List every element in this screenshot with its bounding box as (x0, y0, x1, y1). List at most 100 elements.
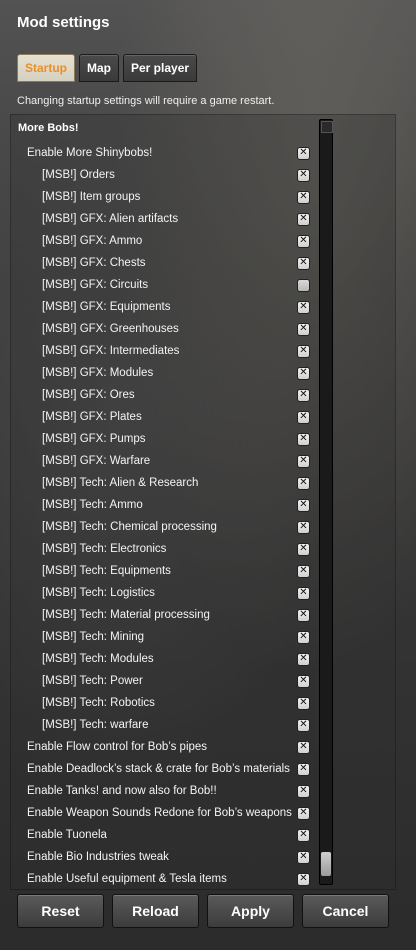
setting-checkbox[interactable] (297, 234, 310, 248)
setting-label: [MSB!] GFX: Ores (42, 389, 135, 401)
tab-per-player[interactable]: Per player (123, 54, 198, 82)
setting-row[interactable]: Enable Useful equipment & Tesla items (11, 868, 317, 890)
setting-row[interactable]: [MSB!] GFX: Alien artifacts (11, 208, 317, 230)
tab-startup[interactable]: Startup (17, 54, 75, 82)
setting-label: [MSB!] Tech: Equipments (42, 565, 171, 577)
setting-row[interactable]: [MSB!] GFX: Intermediates (11, 340, 317, 362)
setting-checkbox[interactable] (297, 344, 310, 358)
setting-checkbox[interactable] (297, 652, 310, 666)
dialog-buttons: Reset Reload Apply Cancel (17, 894, 389, 928)
setting-checkbox[interactable] (297, 608, 310, 622)
reset-button[interactable]: Reset (17, 894, 104, 928)
setting-row[interactable]: [MSB!] Tech: Modules (11, 648, 317, 670)
setting-checkbox[interactable] (297, 520, 310, 534)
setting-row[interactable]: [MSB!] Tech: Equipments (11, 560, 317, 582)
setting-label: [MSB!] GFX: Equipments (42, 301, 171, 313)
scrollbar-thumb[interactable] (321, 852, 331, 876)
reload-button[interactable]: Reload (112, 894, 199, 928)
setting-row[interactable]: [MSB!] GFX: Modules (11, 362, 317, 384)
setting-checkbox[interactable] (297, 740, 310, 754)
setting-label: [MSB!] GFX: Warfare (42, 455, 151, 467)
setting-row[interactable]: [MSB!] GFX: Chests (11, 252, 317, 274)
setting-row[interactable]: [MSB!] GFX: Plates (11, 406, 317, 428)
setting-label: [MSB!] Tech: Alien & Research (42, 477, 199, 489)
window-title: Mod settings (17, 14, 110, 31)
setting-row[interactable]: [MSB!] GFX: Warfare (11, 450, 317, 472)
scrollbar-top-cap (321, 121, 333, 133)
tab-map[interactable]: Map (79, 54, 119, 82)
setting-checkbox[interactable] (297, 388, 310, 402)
setting-label: [MSB!] GFX: Chests (42, 257, 146, 269)
setting-label: [MSB!] GFX: Modules (42, 367, 154, 379)
setting-checkbox[interactable] (297, 256, 310, 270)
setting-row[interactable]: [MSB!] Tech: Robotics (11, 692, 317, 714)
setting-row[interactable]: [MSB!] Tech: Mining (11, 626, 317, 648)
setting-checkbox[interactable] (297, 476, 310, 490)
settings-tabs: Startup Map Per player (17, 54, 198, 82)
setting-label: [MSB!] Orders (42, 169, 115, 181)
setting-checkbox[interactable] (297, 454, 310, 468)
setting-checkbox[interactable] (297, 564, 310, 578)
setting-checkbox[interactable] (297, 212, 310, 226)
setting-checkbox[interactable] (297, 828, 310, 842)
setting-row[interactable]: [MSB!] GFX: Greenhouses (11, 318, 317, 340)
setting-checkbox[interactable] (297, 784, 310, 798)
setting-row[interactable]: Enable Flow control for Bob’s pipes (11, 736, 317, 758)
setting-label: [MSB!] Tech: warfare (42, 719, 149, 731)
setting-label: [MSB!] GFX: Intermediates (42, 345, 180, 357)
setting-label: [MSB!] Tech: Power (42, 675, 143, 687)
setting-label: [MSB!] Tech: Chemical processing (42, 521, 217, 533)
setting-row[interactable]: [MSB!] Tech: Ammo (11, 494, 317, 516)
apply-button[interactable]: Apply (207, 894, 294, 928)
setting-checkbox[interactable] (297, 498, 310, 512)
setting-row[interactable]: [MSB!] Tech: Alien & Research (11, 472, 317, 494)
setting-row[interactable]: [MSB!] GFX: Equipments (11, 296, 317, 318)
setting-row[interactable]: [MSB!] GFX: Circuits (11, 274, 317, 296)
settings-panel: More Bobs! Enable More Shinybobs! [MSB!] … (10, 114, 396, 890)
setting-row[interactable]: [MSB!] Tech: Chemical processing (11, 516, 317, 538)
setting-checkbox[interactable] (297, 586, 310, 600)
setting-label: [MSB!] Tech: Electronics (42, 543, 167, 555)
setting-row[interactable]: Enable Weapon Sounds Redone for Bob’s we… (11, 802, 317, 824)
setting-checkbox[interactable] (297, 190, 310, 204)
setting-row[interactable]: [MSB!] Item groups (11, 186, 317, 208)
setting-checkbox[interactable] (297, 146, 310, 160)
setting-checkbox[interactable] (297, 850, 310, 864)
setting-checkbox[interactable] (297, 410, 310, 424)
setting-row[interactable]: [MSB!] Tech: Electronics (11, 538, 317, 560)
setting-checkbox[interactable] (297, 322, 310, 336)
setting-checkbox[interactable] (297, 762, 310, 776)
setting-row[interactable]: [MSB!] Tech: Material processing (11, 604, 317, 626)
setting-label: [MSB!] GFX: Alien artifacts (42, 213, 179, 225)
setting-checkbox[interactable] (297, 674, 310, 688)
setting-row[interactable]: [MSB!] Tech: Logistics (11, 582, 317, 604)
setting-row[interactable]: [MSB!] Tech: Power (11, 670, 317, 692)
setting-row[interactable]: [MSB!] GFX: Ammo (11, 230, 317, 252)
setting-checkbox[interactable] (297, 432, 310, 446)
setting-checkbox[interactable] (297, 278, 310, 292)
cancel-button[interactable]: Cancel (302, 894, 389, 928)
setting-checkbox[interactable] (297, 542, 310, 556)
setting-row[interactable]: Enable Deadlock’s stack & crate for Bob’… (11, 758, 317, 780)
setting-checkbox[interactable] (297, 366, 310, 380)
setting-row[interactable]: Enable More Shinybobs! (11, 142, 317, 164)
setting-row[interactable]: Enable Tuonela (11, 824, 317, 846)
setting-checkbox[interactable] (297, 696, 310, 710)
setting-checkbox[interactable] (297, 300, 310, 314)
setting-checkbox[interactable] (297, 630, 310, 644)
setting-row[interactable]: [MSB!] GFX: Ores (11, 384, 317, 406)
setting-row[interactable]: [MSB!] Tech: warfare (11, 714, 317, 736)
setting-label: [MSB!] GFX: Greenhouses (42, 323, 179, 335)
restart-notice: Changing startup settings will require a… (17, 95, 275, 107)
setting-label: Enable More Shinybobs! (27, 147, 153, 159)
setting-row[interactable]: Enable Bio Industries tweak (11, 846, 317, 868)
setting-row[interactable]: [MSB!] Orders (11, 164, 317, 186)
setting-row[interactable]: [MSB!] GFX: Pumps (11, 428, 317, 450)
setting-label: Enable Deadlock’s stack & crate for Bob’… (27, 763, 290, 775)
setting-checkbox[interactable] (297, 872, 310, 886)
setting-row[interactable]: Enable Tanks! and now also for Bob!! (11, 780, 317, 802)
setting-checkbox[interactable] (297, 168, 310, 182)
setting-checkbox[interactable] (297, 806, 310, 820)
setting-checkbox[interactable] (297, 718, 310, 732)
scrollbar[interactable] (319, 119, 333, 885)
